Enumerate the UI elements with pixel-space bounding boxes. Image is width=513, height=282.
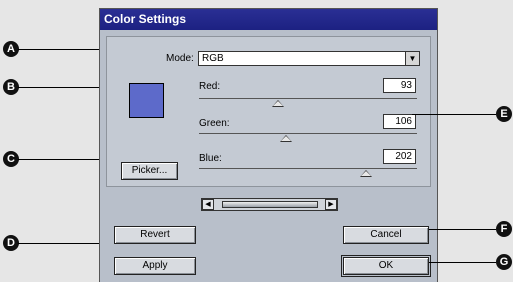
callout-g-badge: G bbox=[496, 254, 512, 270]
red-slider-thumb[interactable] bbox=[272, 100, 284, 107]
horizontal-scrollbar[interactable]: ◀ ▶ bbox=[201, 198, 338, 211]
callout-a-badge: A bbox=[3, 41, 19, 57]
blue-value-field[interactable]: 202 bbox=[383, 149, 416, 164]
color-swatch bbox=[129, 83, 164, 118]
ok-button[interactable]: OK bbox=[341, 255, 431, 277]
callout-e-badge: E bbox=[496, 106, 512, 122]
callout-b-badge: B bbox=[3, 79, 19, 95]
green-slider-track[interactable] bbox=[199, 133, 417, 134]
scroll-left-icon[interactable]: ◀ bbox=[202, 199, 214, 210]
callout-f-badge: F bbox=[496, 221, 512, 237]
callout-e-line bbox=[412, 114, 496, 115]
callout-d-badge: D bbox=[3, 235, 19, 251]
green-slider-thumb[interactable] bbox=[280, 135, 292, 142]
scroll-thumb[interactable] bbox=[222, 201, 318, 208]
green-value-field[interactable]: 106 bbox=[383, 114, 416, 129]
mode-value: RGB bbox=[202, 53, 224, 64]
chevron-down-icon[interactable]: ▼ bbox=[405, 52, 419, 65]
picker-button[interactable]: Picker... bbox=[121, 162, 178, 180]
cancel-button[interactable]: Cancel bbox=[343, 226, 429, 244]
scroll-right-icon[interactable]: ▶ bbox=[325, 199, 337, 210]
color-settings-dialog: Color Settings Mode: RGB ▼ Red: 93 Green… bbox=[99, 8, 438, 282]
apply-button[interactable]: Apply bbox=[114, 257, 196, 275]
callout-g-line bbox=[429, 262, 496, 263]
callout-f-line bbox=[429, 229, 496, 230]
settings-panel: Mode: RGB ▼ Red: 93 Green: 106 Blue: 202… bbox=[106, 36, 431, 187]
callout-c-badge: C bbox=[3, 151, 19, 167]
blue-slider-thumb[interactable] bbox=[360, 170, 372, 177]
revert-button[interactable]: Revert bbox=[114, 226, 196, 244]
blue-label: Blue: bbox=[199, 153, 222, 164]
mode-dropdown[interactable]: RGB ▼ bbox=[198, 51, 420, 66]
mode-label: Mode: bbox=[166, 53, 194, 64]
red-slider-track[interactable] bbox=[199, 98, 417, 99]
green-label: Green: bbox=[199, 118, 230, 129]
blue-slider-track[interactable] bbox=[199, 168, 417, 169]
red-value-field[interactable]: 93 bbox=[383, 78, 416, 93]
red-label: Red: bbox=[199, 81, 221, 92]
dialog-title-bar[interactable]: Color Settings bbox=[100, 9, 437, 30]
